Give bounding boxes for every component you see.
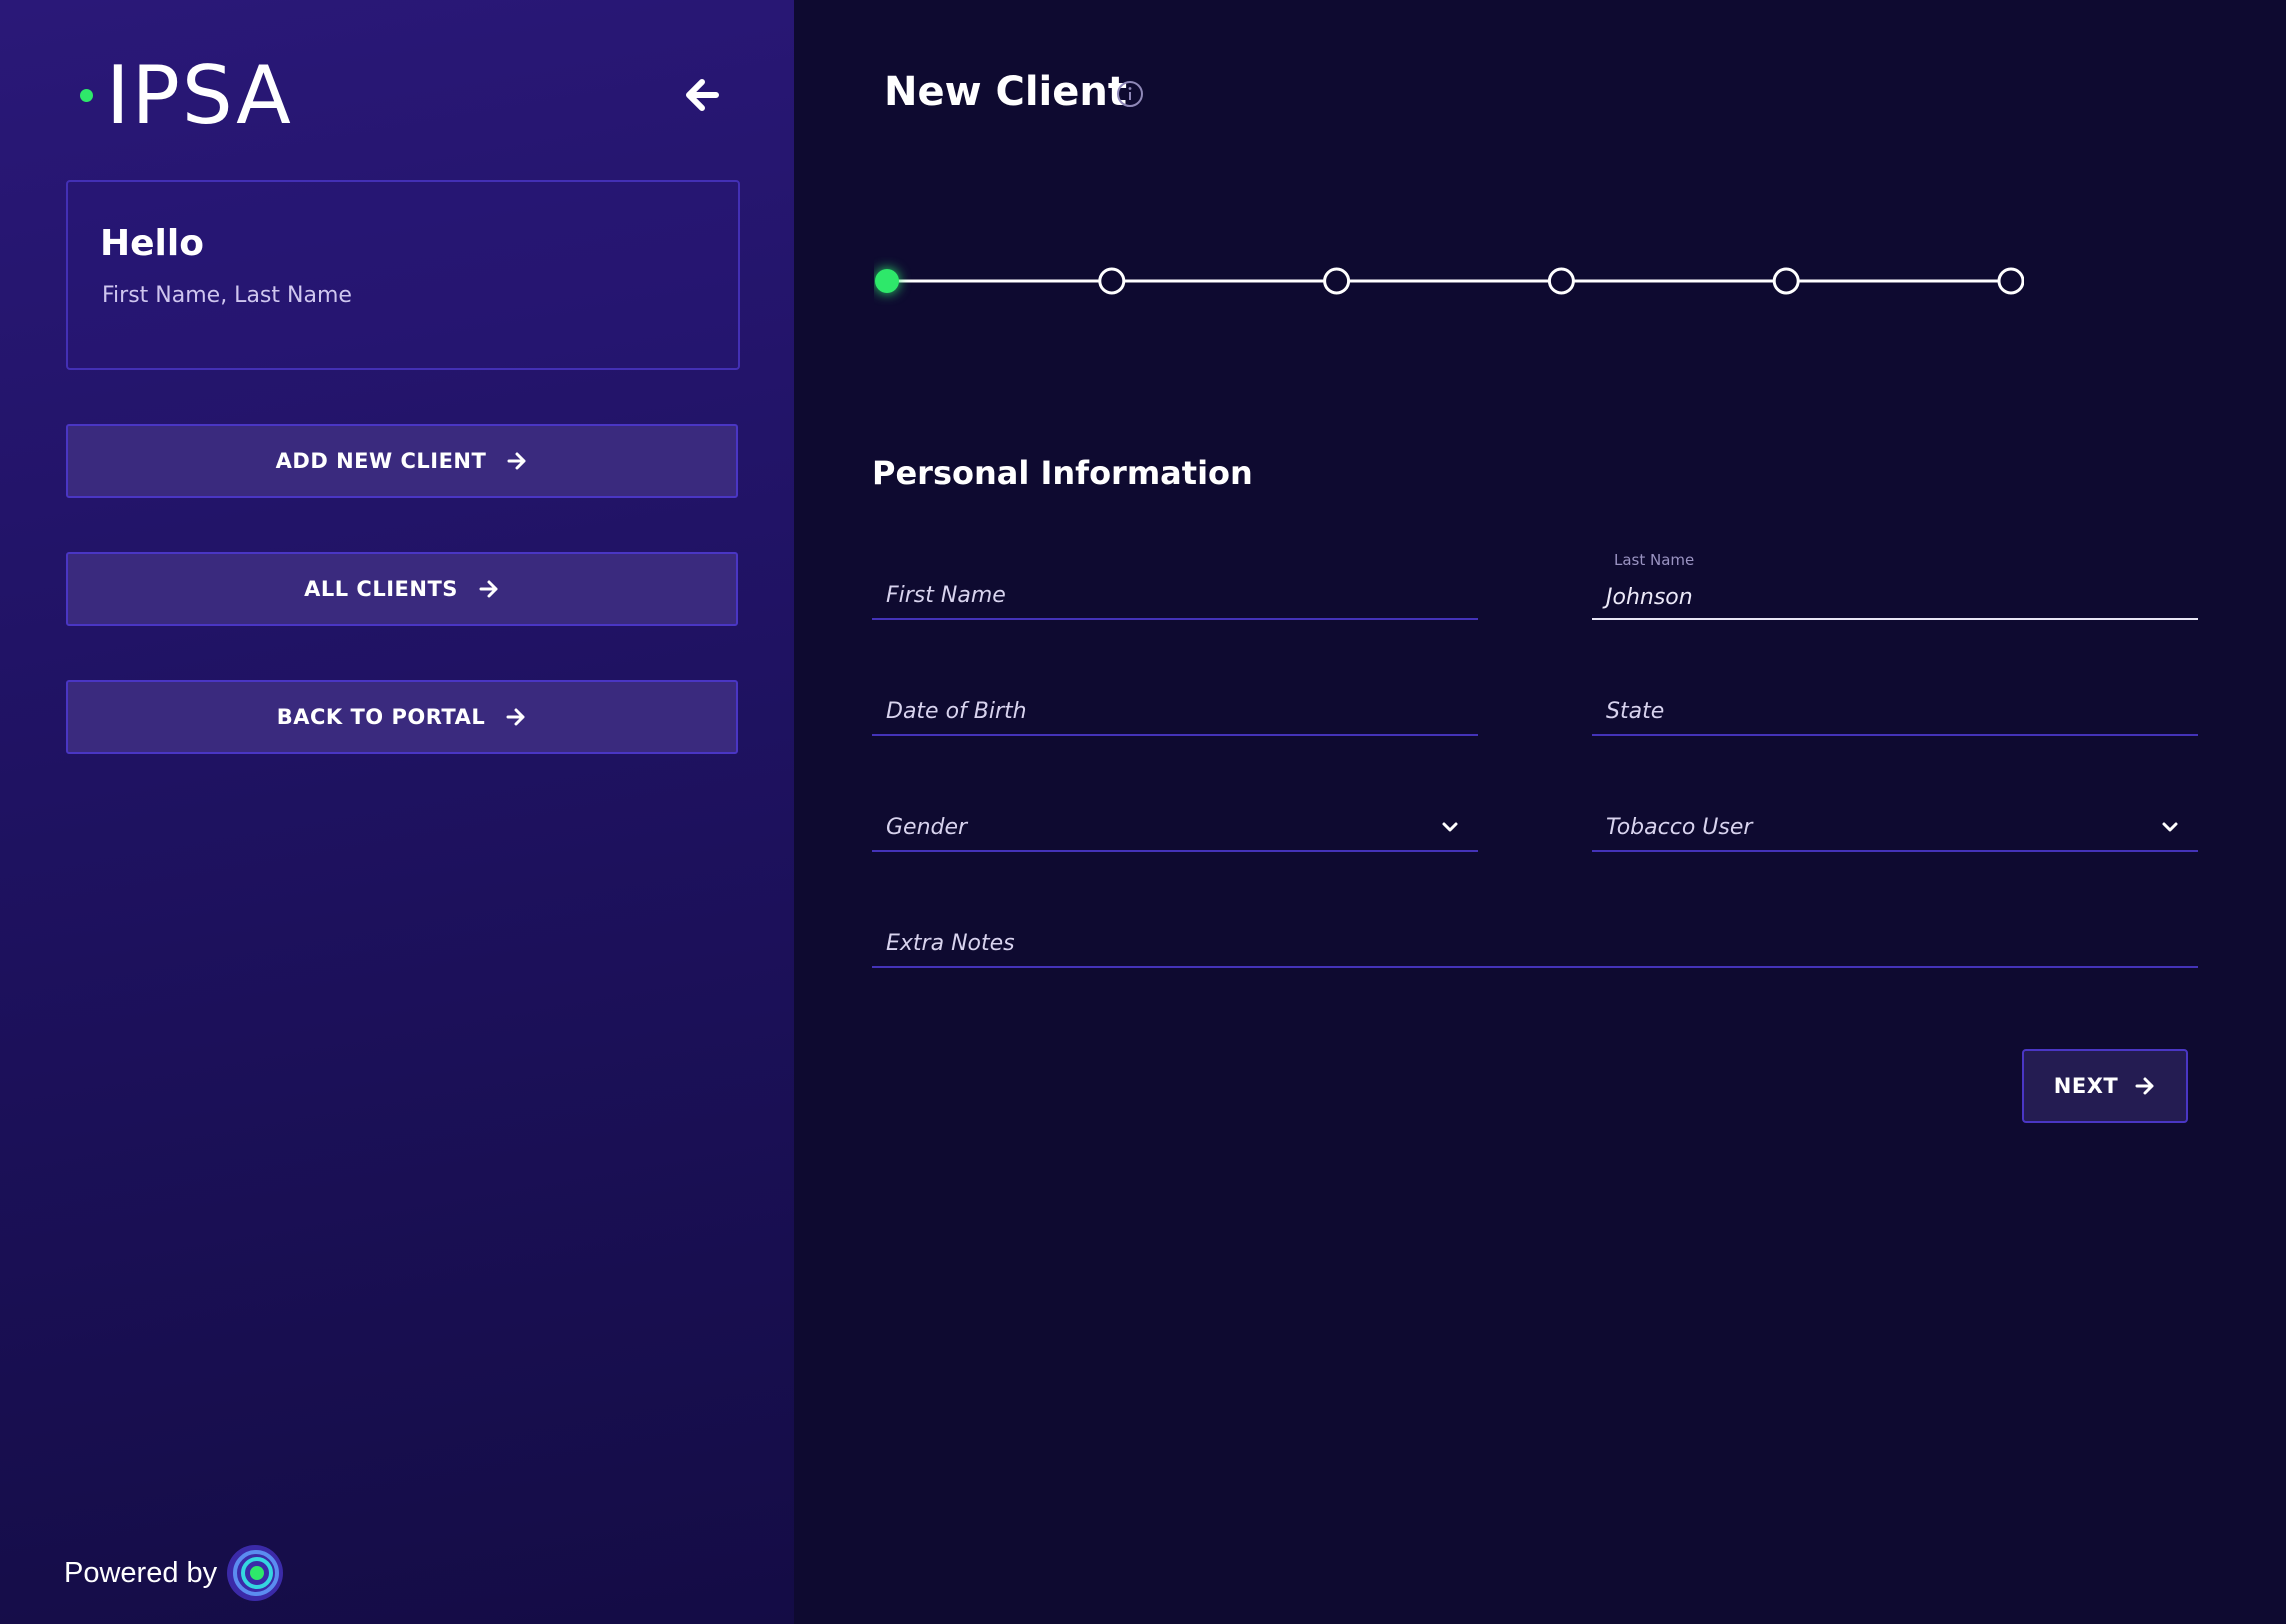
last-name-field[interactable]: Last Name Johnson — [1592, 550, 2198, 620]
step-5 — [1772, 267, 1800, 295]
arrow-right-icon — [2135, 1077, 2154, 1095]
user-name: First Name, Last Name — [102, 283, 352, 308]
date-of-birth-placeholder: Date of Birth — [886, 699, 1027, 724]
arrow-right-icon — [507, 452, 526, 470]
arrow-right-icon — [479, 580, 498, 598]
all-clients-label: ALL CLIENTS — [304, 577, 458, 601]
step-1-active — [875, 269, 899, 293]
sidebar: IPSA Hello First Name, Last Name ADD NEW… — [0, 0, 794, 1624]
tobacco-user-placeholder: Tobacco User — [1606, 815, 1753, 840]
next-button[interactable]: NEXT — [2022, 1049, 2188, 1123]
back-to-portal-button[interactable]: BACK TO PORTAL — [66, 680, 738, 754]
step-6 — [1997, 267, 2024, 295]
chevron-down-icon — [1442, 822, 1458, 832]
step-4 — [1547, 267, 1575, 295]
back-to-portal-label: BACK TO PORTAL — [276, 705, 486, 729]
state-field[interactable]: State — [1592, 666, 2198, 736]
all-clients-button[interactable]: ALL CLIENTS — [66, 552, 738, 626]
progress-stepper — [875, 267, 2024, 295]
tobacco-user-select[interactable]: Tobacco User — [1592, 782, 2198, 852]
last-name-label: Last Name — [1614, 551, 1695, 569]
extra-notes-placeholder: Extra Notes — [886, 931, 1015, 956]
logo-dot — [80, 89, 93, 102]
greeting-card — [66, 180, 740, 370]
first-name-placeholder: First Name — [886, 583, 1006, 608]
powered-by-text: Powered by — [64, 1557, 218, 1589]
chevron-down-icon — [2162, 822, 2178, 832]
section-title: Personal Information — [872, 454, 1253, 492]
main-content: New Client Personal Information First Na… — [794, 0, 2286, 1624]
state-placeholder: State — [1606, 699, 1665, 724]
collapse-sidebar-button[interactable] — [676, 70, 726, 120]
next-label: NEXT — [2053, 1074, 2119, 1098]
first-name-field[interactable]: First Name — [872, 550, 1478, 620]
logo-text: IPSA — [106, 49, 293, 142]
add-new-client-button[interactable]: ADD NEW CLIENT — [66, 424, 738, 498]
page-title: New Client — [884, 69, 1127, 115]
greeting-title: Hello — [100, 223, 204, 264]
app-root: IPSA Hello First Name, Last Name ADD NEW… — [0, 0, 2286, 1624]
gender-select[interactable]: Gender — [872, 782, 1478, 852]
gender-placeholder: Gender — [886, 815, 968, 840]
arrow-left-icon — [686, 79, 719, 111]
add-new-client-label: ADD NEW CLIENT — [275, 449, 487, 473]
brand-logo-icon — [227, 1545, 283, 1601]
date-of-birth-field[interactable]: Date of Birth — [872, 666, 1478, 736]
step-2 — [1098, 267, 1126, 295]
step-3 — [1323, 267, 1351, 295]
info-icon[interactable] — [1116, 80, 1144, 108]
arrow-right-icon — [506, 708, 525, 726]
extra-notes-field[interactable]: Extra Notes — [872, 898, 2198, 968]
last-name-value: Johnson — [1606, 585, 1693, 610]
